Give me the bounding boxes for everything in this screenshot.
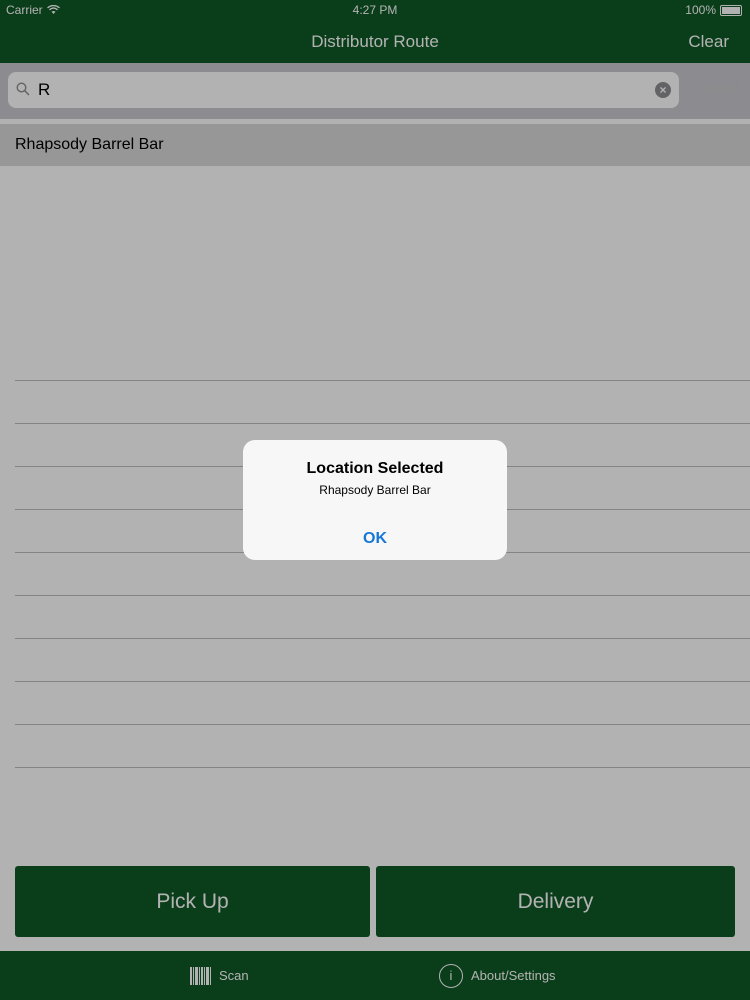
alert-message: Rhapsody Barrel Bar — [319, 483, 431, 497]
alert-dialog: Location Selected Rhapsody Barrel Bar OK — [243, 440, 507, 560]
app-screen: Carrier 4:27 PM 100% Distributor Route C… — [0, 0, 750, 1000]
ok-button[interactable]: OK — [243, 530, 507, 548]
alert-title: Location Selected — [306, 460, 444, 477]
